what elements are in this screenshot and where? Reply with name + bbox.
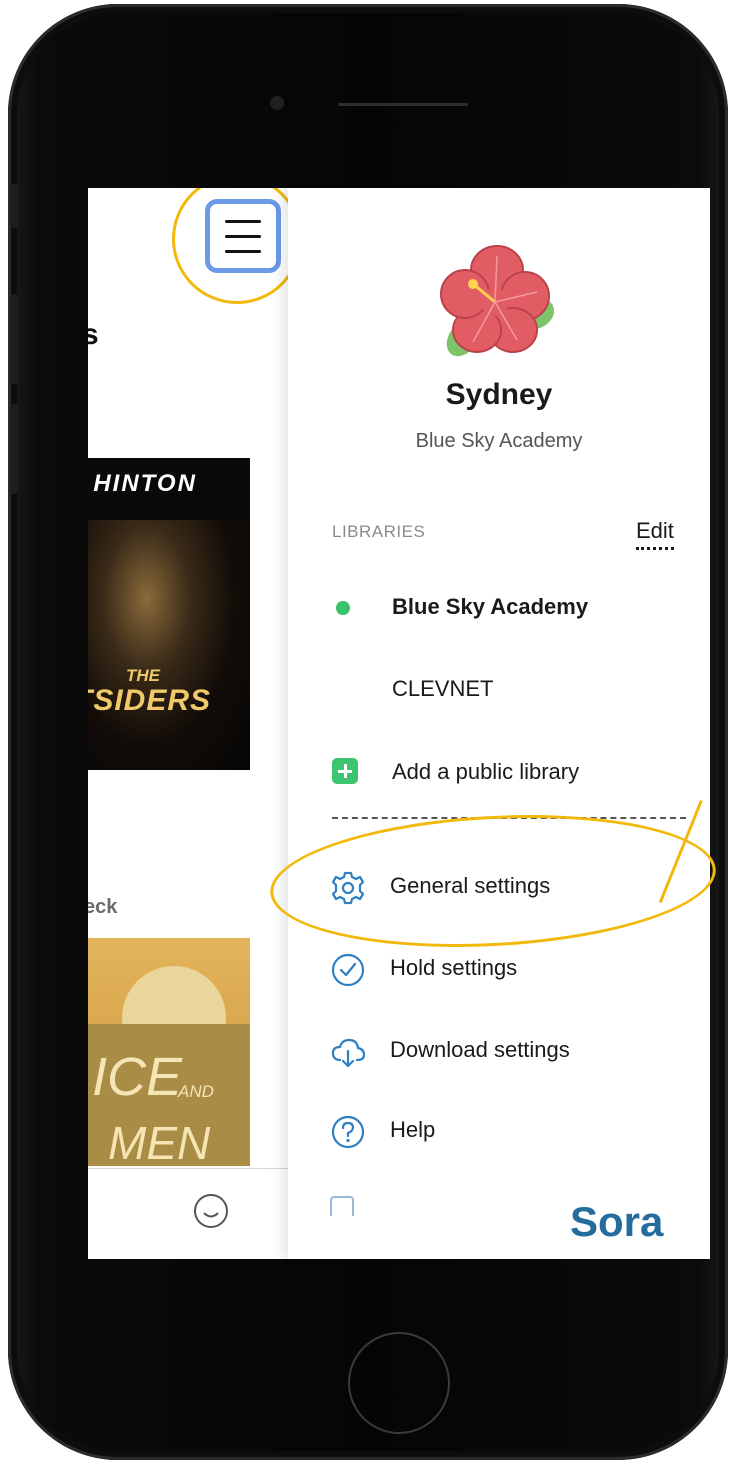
cloud-download-icon [331,1038,366,1068]
volume-down-button [10,404,18,494]
cover-title-line2: MEN [108,1117,211,1166]
profile-tab-icon[interactable] [194,1194,228,1228]
user-school: Blue Sky Academy [415,430,583,452]
cover-title-prefix: THE [126,666,160,685]
cover-title-line1: ICE [92,1047,183,1107]
help-item[interactable]: Help [288,1102,710,1158]
hold-settings-item[interactable]: Hold settings [288,940,710,996]
side-drawer: Sydney Blue Sky Academy LIBRARIES Edit B… [288,188,710,1259]
cover-author: . HINTON [88,470,197,497]
settings-label: Help [390,1117,436,1142]
earpiece-speaker [338,103,468,106]
check-circle-icon [331,953,365,987]
screen: s . HINTON THE TSIDERS eck ICE AND MEN [88,188,710,1259]
edit-libraries-link[interactable]: Edit [636,518,674,550]
home-button[interactable] [348,1332,450,1434]
page-title-fragment: s [88,318,99,351]
download-settings-item[interactable]: Download settings [288,1022,710,1078]
front-camera [270,96,284,110]
annotation-circle [172,188,302,304]
section-heading-fragment: eck [88,896,118,918]
help-icon [331,1115,365,1149]
add-library-label: Add a public library [392,759,580,784]
user-name: Sydney [445,378,553,411]
add-library-item[interactable]: Add a public library [288,745,710,801]
mute-switch [10,184,18,228]
settings-label: Download settings [390,1037,570,1062]
volume-up-button [10,294,18,384]
library-item-blue-sky-academy[interactable]: Blue Sky Academy [288,580,710,636]
background-app: s . HINTON THE TSIDERS eck ICE AND MEN [88,188,302,1259]
cover-title: TSIDERS [88,684,212,717]
plus-icon [332,758,358,784]
settings-label: Hold settings [390,955,518,980]
libraries-header: LIBRARIES [332,522,426,541]
book-cover-outsiders[interactable]: . HINTON THE TSIDERS [88,458,250,770]
cover-title-and: AND [178,1082,214,1101]
library-item-clevnet[interactable]: CLEVNET [288,662,710,718]
tab-bar-divider [88,1168,288,1169]
hibiscus-avatar-icon [440,245,555,357]
library-label: CLEVNET [392,676,494,701]
sora-logo: Sora [570,1198,664,1245]
sign-out-icon-partial[interactable] [330,1196,354,1216]
active-library-dot [336,601,350,615]
library-label: Blue Sky Academy [392,594,589,619]
book-cover-mice-and-men[interactable]: ICE AND MEN [88,938,250,1166]
